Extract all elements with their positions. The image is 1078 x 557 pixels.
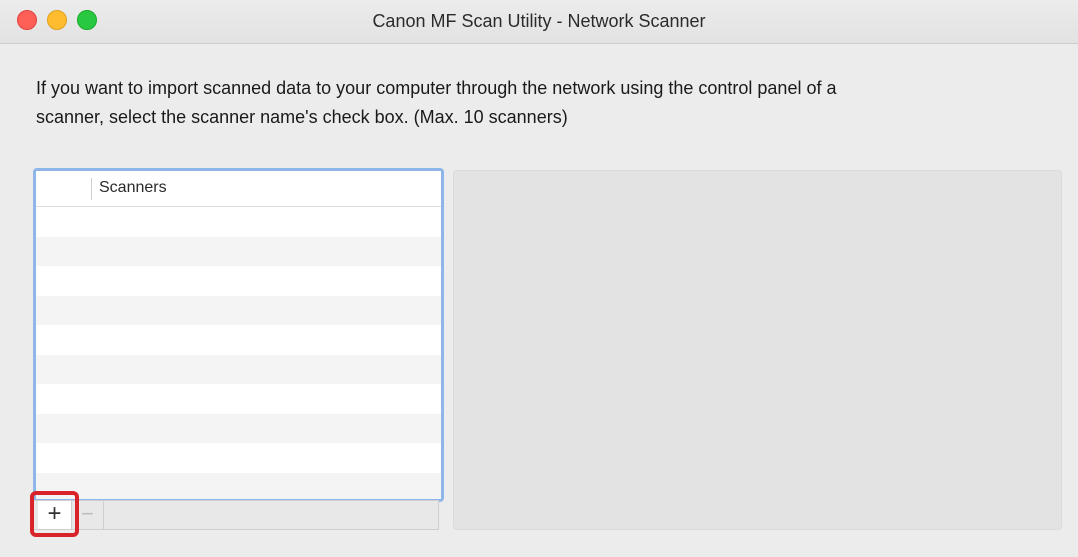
instructions-line-2: scanner, select the scanner name's check… <box>36 107 568 127</box>
list-row[interactable] <box>36 384 441 414</box>
list-row[interactable] <box>36 413 441 443</box>
list-row[interactable] <box>36 207 441 237</box>
instructions-line-1: If you want to import scanned data to yo… <box>36 78 837 98</box>
column-divider <box>91 178 92 200</box>
list-row[interactable] <box>36 266 441 296</box>
scanner-details-panel <box>453 170 1062 530</box>
scanner-list-header: Scanners <box>36 171 441 207</box>
scanner-list[interactable]: Scanners <box>33 168 444 502</box>
list-row[interactable] <box>36 325 441 355</box>
list-row[interactable] <box>36 354 441 384</box>
scanner-list-rows <box>36 207 441 499</box>
list-row[interactable] <box>36 472 441 499</box>
window-title: Canon MF Scan Utility - Network Scanner <box>372 11 706 31</box>
scanners-column-header[interactable]: Scanners <box>99 179 167 197</box>
add-button-highlight <box>30 491 79 537</box>
network-scanner-window: Canon MF Scan Utility - Network Scanner … <box>0 0 1078 557</box>
title-bar: Canon MF Scan Utility - Network Scanner <box>0 0 1078 44</box>
list-row[interactable] <box>36 236 441 266</box>
list-row[interactable] <box>36 295 441 325</box>
list-toolbar: + − <box>33 500 439 530</box>
list-row[interactable] <box>36 443 441 473</box>
instructions-text: If you want to import scanned data to yo… <box>36 74 1036 132</box>
